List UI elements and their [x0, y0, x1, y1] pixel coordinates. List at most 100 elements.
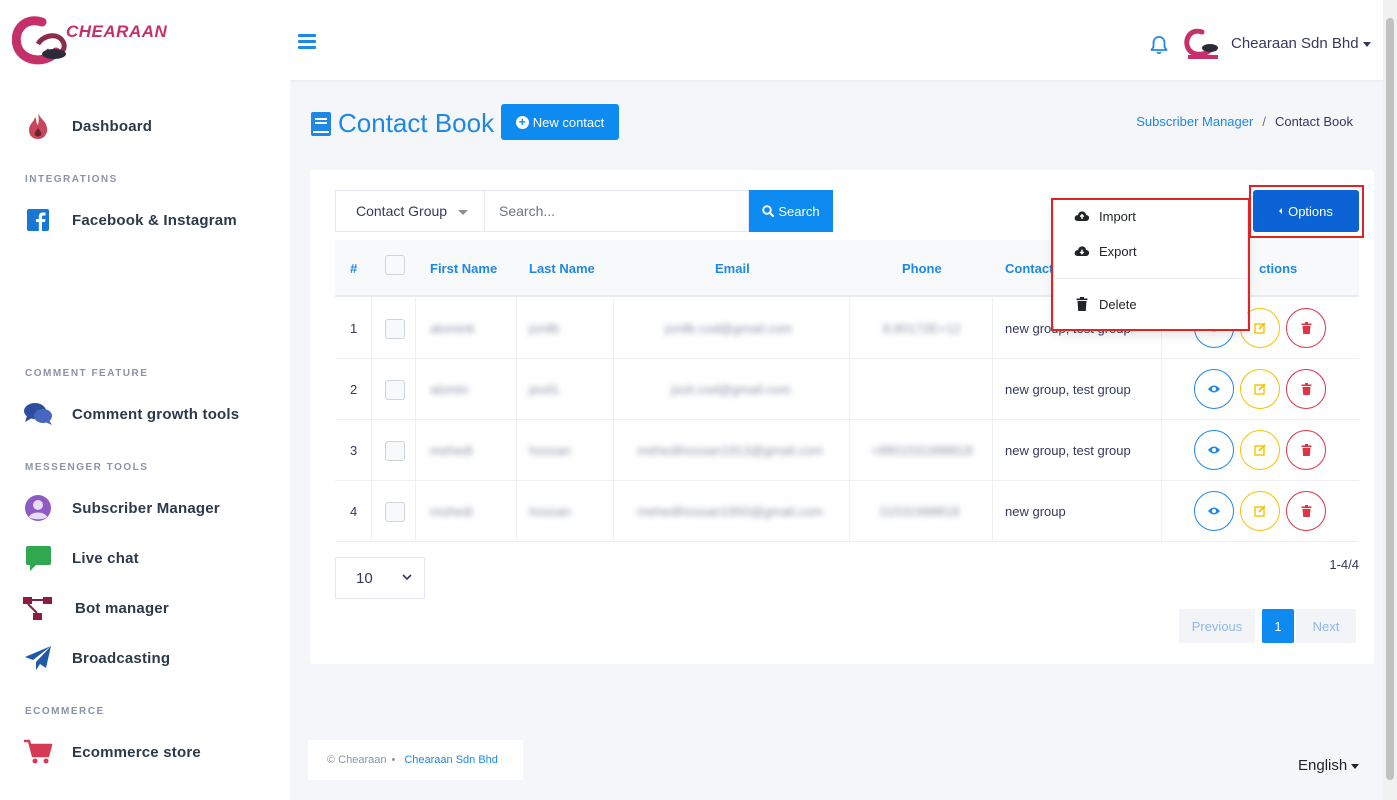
sidebar-item-live-chat[interactable]: Live chat — [22, 540, 139, 576]
first-name-cell: alomink — [430, 321, 475, 336]
row-checkbox[interactable] — [385, 501, 405, 522]
search-button-label: Search — [778, 203, 820, 219]
comments-icon — [22, 398, 54, 430]
row-number: 2 — [350, 382, 358, 397]
new-contact-button[interactable]: + New contact — [501, 104, 619, 140]
sidebar-item-dashboard[interactable]: Dashboard — [22, 108, 152, 144]
breadcrumb-subscriber-manager[interactable]: Subscriber Manager — [1136, 114, 1253, 129]
section-heading-integrations: INTEGRATIONS — [25, 174, 118, 185]
footer-copyright: © Chearaan • Chearaan Sdn Bhd — [308, 740, 523, 780]
view-button[interactable] — [1194, 369, 1234, 409]
sidebar-item-broadcasting[interactable]: Broadcasting — [22, 640, 170, 676]
delete-button[interactable] — [1286, 491, 1326, 531]
last-name-cell: jonilb — [529, 321, 560, 336]
eye-icon — [1208, 446, 1220, 454]
search-input[interactable] — [485, 190, 749, 232]
section-heading-comment: COMMENT FEATURE — [25, 368, 149, 379]
pagination: Previous 1 Next — [1179, 609, 1356, 643]
highlight-box-options — [1249, 185, 1364, 238]
last-name-cell: hossan — [529, 504, 571, 519]
column-header-email[interactable]: Email — [715, 261, 750, 276]
sidebar-item-bot-manager[interactable]: Bot manager — [22, 590, 169, 626]
column-header-contact-group[interactable]: Contact — [1005, 261, 1053, 276]
search-button[interactable]: Search — [749, 190, 833, 232]
page-1-button[interactable]: 1 — [1262, 609, 1294, 643]
view-button[interactable] — [1194, 491, 1234, 531]
notification-bell-icon[interactable] — [1150, 35, 1168, 55]
contact-group-select[interactable]: Contact Group — [335, 190, 485, 232]
chevron-down-icon — [402, 574, 412, 581]
select-all-checkbox[interactable] — [385, 255, 405, 275]
shopping-cart-icon — [22, 736, 54, 768]
row-checkbox[interactable] — [385, 440, 405, 461]
sidebar-item-facebook[interactable]: Facebook & Instagram — [22, 202, 237, 238]
brand-name: CHEARAAN — [66, 22, 168, 41]
language-select[interactable]: English — [1298, 757, 1360, 774]
edit-icon — [1254, 322, 1266, 334]
row-checkbox[interactable] — [385, 318, 405, 339]
sidebar-item-subscriber-manager[interactable]: Subscriber Manager — [22, 490, 220, 526]
eye-icon — [1208, 385, 1220, 393]
menu-toggle-icon[interactable] — [298, 34, 316, 50]
trash-icon — [1301, 444, 1311, 456]
column-header-last-name[interactable]: Last Name — [529, 261, 595, 276]
sidebar-label: Subscriber Manager — [72, 499, 220, 517]
trash-icon — [1301, 505, 1311, 517]
sidebar-label: Facebook & Instagram — [72, 211, 237, 229]
sidebar-label: Live chat — [72, 549, 139, 567]
email-cell: mehedihossan1913@gmail.com — [637, 443, 823, 458]
filter-bar: Contact Group Search — [335, 190, 833, 232]
footer-company-link[interactable]: Chearaan Sdn Bhd — [404, 754, 498, 766]
column-header-actions: ctions — [1259, 261, 1298, 276]
row-checkbox-cell — [385, 420, 405, 481]
trash-icon — [1301, 322, 1311, 334]
next-page-button[interactable]: Next — [1296, 609, 1356, 643]
brand-logo[interactable]: CHEARAAN — [11, 14, 172, 70]
logo-icon — [11, 16, 67, 65]
edit-button[interactable] — [1240, 430, 1280, 470]
edit-button[interactable] — [1240, 369, 1280, 409]
page-size-select[interactable]: 10 — [335, 557, 425, 599]
row-number: 3 — [350, 443, 358, 458]
user-avatar[interactable] — [1184, 28, 1222, 60]
top-navbar: CHEARAAN Chearaan Sdn Bhd — [0, 0, 1383, 80]
row-number: 4 — [350, 504, 358, 519]
column-header-phone[interactable]: Phone — [902, 261, 942, 276]
contact-group-select-value: Contact Group — [356, 203, 448, 219]
scrollbar-thumb[interactable] — [1386, 18, 1394, 780]
edit-button[interactable] — [1240, 491, 1280, 531]
page-scrollbar[interactable] — [1383, 0, 1397, 800]
facebook-icon — [22, 204, 54, 236]
user-circle-icon — [22, 492, 54, 524]
new-contact-label: New contact — [532, 114, 605, 130]
highlight-box-menu — [1051, 198, 1250, 331]
edit-icon — [1254, 444, 1266, 456]
language-label: English — [1298, 757, 1348, 774]
sidebar-item-ecommerce-store[interactable]: Ecommerce store — [22, 734, 201, 770]
row-checkbox-cell — [385, 481, 405, 542]
delete-button[interactable] — [1286, 369, 1326, 409]
row-checkbox-cell — [385, 298, 405, 359]
previous-page-button[interactable]: Previous — [1179, 609, 1255, 643]
delete-button[interactable] — [1286, 430, 1326, 470]
page-title: Contact Book — [310, 108, 494, 139]
page-size-value: 10 — [356, 569, 373, 587]
sidebar-item-comment-tools[interactable]: Comment growth tools — [22, 396, 239, 432]
contact-group-cell: new group, test group — [1005, 443, 1131, 458]
breadcrumb-current: Contact Book — [1274, 114, 1353, 129]
column-header-number[interactable]: # — [350, 261, 357, 276]
section-heading-messenger: MESSENGER TOOLS — [25, 462, 149, 473]
sidebar-label: Bot manager — [75, 599, 169, 617]
caret-down-icon — [1362, 41, 1371, 47]
table-row: 4 mohedi hossan mehedihossan1950@gmail.c… — [335, 481, 1359, 542]
column-header-first-name[interactable]: First Name — [430, 261, 497, 276]
row-checkbox[interactable] — [385, 379, 405, 400]
delete-button[interactable] — [1286, 308, 1326, 348]
sitemap-icon — [22, 592, 54, 624]
view-button[interactable] — [1194, 430, 1234, 470]
user-menu[interactable]: Chearaan Sdn Bhd — [1231, 35, 1371, 52]
edit-icon — [1254, 383, 1266, 395]
edit-icon — [1254, 505, 1266, 517]
last-name-cell: jeoil1 — [529, 382, 560, 397]
phone-cell: 8.80172E+12 — [883, 321, 961, 336]
